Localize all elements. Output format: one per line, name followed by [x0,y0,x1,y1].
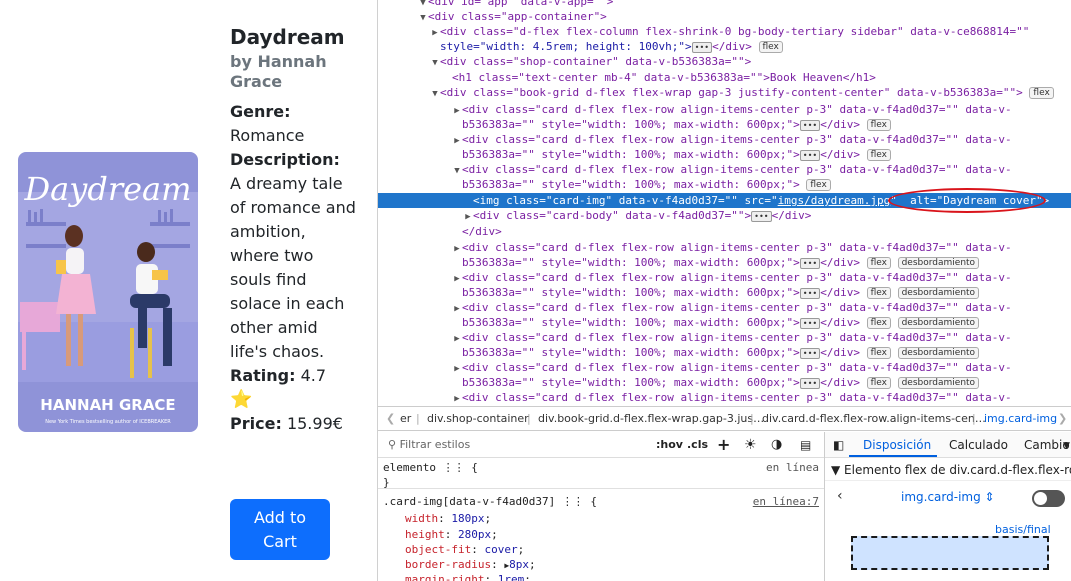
breadcrumb-item[interactable]: div.card.d-flex.flex-row.align-items-cen… [762,407,986,430]
cover-title: Daydream [24,170,192,208]
breadcrumb-item[interactable]: er [400,407,411,430]
add-rule-button[interactable]: + [717,432,730,458]
sidebar-toggle-icon[interactable]: ◧ [833,438,844,452]
tree-line-card[interactable]: ▼ <div class="card d-flex flex-row align-… [378,162,1071,177]
tree-line-cont[interactable]: b536383a="" style="width: 100%; max-widt… [378,177,1071,192]
selected-img-node[interactable]: <img class="card-img" data-v-f4ad0d37=""… [378,193,1071,208]
css-declaration[interactable]: border-radius: ▶8px; [383,557,823,573]
tree-line-card[interactable]: ▶ <div class="card d-flex flex-row align-… [378,270,1071,285]
book-author: by Hannah Grace [230,52,327,91]
grid-icon: ⋮⋮ [442,461,465,474]
tree-line-card[interactable]: ▶ <div class="card d-flex flex-row align-… [378,360,1071,375]
flex-item-dropdown[interactable]: img.card-img ⇕ [901,490,995,504]
rating-label: Rating: [230,366,296,385]
grid-icon: ⋮⋮ [561,495,584,508]
tree-line-cont[interactable]: b536383a="" style="width: 100%; max-widt… [378,315,1071,330]
rating-value: 4.7 [300,366,327,385]
breadcrumb: ❮ er | div.shop-container | div.book-gri… [378,406,1071,431]
tree-line[interactable]: </div> [378,224,1071,239]
breadcrumb-separator-icon: | [416,412,420,425]
book-title: Daydream [230,25,345,49]
tree-line[interactable]: ▶ <div class="d-flex flex-column flex-shr… [378,24,1071,39]
genre-value: Romance [230,126,305,145]
breadcrumb-back-icon[interactable]: ❮ [386,407,395,430]
card-img-rule[interactable]: .card-img[data-v-f4ad0d37] ⋮⋮ {en línea:… [383,494,823,510]
breadcrumb-item-active[interactable]: img.card-img [984,407,1057,430]
add-to-cart-button[interactable]: Add to Cart [230,499,330,560]
dark-theme-icon[interactable]: ◑ [771,432,782,458]
price-value: 15.99€ [286,414,343,433]
tree-line-cont[interactable]: b536383a="" style="width: 100%; max-widt… [378,285,1071,300]
tree-line-card[interactable]: ▶ <div class="card d-flex flex-row align-… [378,240,1071,255]
cover-author: HANNAH GRACE [40,396,175,414]
tree-line-card[interactable]: ▶ <div class="card d-flex flex-row align-… [378,390,1071,405]
light-theme-icon[interactable]: ☀ [744,432,757,458]
tree-line[interactable]: <h1 class="text-center mb-4" data-v-b536… [378,70,1071,85]
print-media-icon[interactable]: ▤ [800,432,811,458]
tab-layout[interactable]: Disposición [863,438,931,452]
flex-element-header[interactable]: ▼ Elemento flex de div.card.d-flex.flex-… [825,459,1071,481]
price-label: Price: [230,414,282,433]
tree-line-cont[interactable]: b536383a="" style="width: 100%; max-widt… [378,375,1071,390]
star-icon: ⭐ [230,389,253,410]
rule-source-link[interactable]: en línea:7 [753,494,819,510]
rule-source[interactable]: en línea [766,460,819,476]
devtools-panel: ▼ <div id="app" data-v-app=""> ▼ <div clas… [377,0,1071,581]
tree-line[interactable]: ▼ <div id="app" data-v-app=""> [378,0,1071,9]
css-declaration[interactable]: object-fit: cover; [383,542,823,558]
tree-line-cont[interactable]: style="width: 4.5rem; height: 100vh;"> ••… [378,39,1071,54]
flex-badge[interactable]: flex [758,41,783,53]
genre-label: Genre: [230,102,291,121]
layout-panel: ◧ Disposición Calculado Cambio ▼ ▼ Eleme… [824,432,1071,581]
css-rules-panel[interactable]: elemento ⋮⋮ {en línea } .card-img[data-v… [378,458,824,581]
class-toggle-button[interactable]: .cls [687,432,708,458]
card-body: Daydream by Hannah Grace Genre: Romance … [230,24,358,436]
tree-line-card[interactable]: ▶ <div class="card d-flex flex-row align-… [378,330,1071,345]
filter-styles-input[interactable]: ⚲ Filtrar estilos [388,432,470,458]
dom-tree[interactable]: ▼ <div id="app" data-v-app=""> ▼ <div clas… [378,0,1071,406]
tree-line[interactable]: ▼ <div class="app-container"> [378,9,1071,24]
chevron-down-icon: ▼ [831,463,845,477]
rules-toolbar: ⚲ Filtrar estilos :hov .cls + ☀ ◑ ▤ [378,432,824,458]
breadcrumb-separator-icon: | [527,412,531,425]
tree-line[interactable]: ▶ <div class="card-body" data-v-f4ad0d37=… [378,208,1071,223]
src-link[interactable]: imgs/daydream.jpg [778,194,891,207]
breadcrumb-separator-icon: | [972,412,976,425]
breadcrumb-forward-icon[interactable]: ❯ [1058,407,1067,430]
breadcrumb-item[interactable]: div.book-grid.d-flex.flex-wrap.gap-3.jus… [538,407,764,430]
css-declaration[interactable]: height: 280px; [383,527,823,543]
element-rule[interactable]: elemento ⋮⋮ {en línea [383,460,823,476]
cover-tagline: New York Times bestselling author of ICE… [45,419,171,425]
book-card: Daydream HANNAH GRACE New York Times bes… [0,0,363,581]
flex-basis-box [851,536,1049,570]
css-declaration[interactable]: margin-right: 1rem; [383,572,823,581]
tree-line-card[interactable]: ▶ <div class="card d-flex flex-row align-… [378,132,1071,147]
funnel-icon: ⚲ [388,438,400,451]
tree-line-cont[interactable]: b536383a="" style="width: 100%; max-widt… [378,255,1071,270]
basis-final-label: basis/final [995,523,1051,536]
book-cover-image: Daydream HANNAH GRACE New York Times bes… [18,152,198,432]
description-text: A dreamy tale of romance and ambition, w… [230,174,356,361]
tree-line[interactable]: ▼ <div class="book-grid d-flex flex-wrap … [378,85,1071,100]
flex-overlay-toggle[interactable] [1032,490,1065,507]
tree-line-card[interactable]: ▶ <div class="card d-flex flex-row align-… [378,102,1071,117]
css-declaration[interactable]: width: 180px; [383,511,823,527]
tree-line-cont[interactable]: b536383a="" style="width: 100%; max-widt… [378,345,1071,360]
tab-computed[interactable]: Calculado [949,438,1008,452]
layout-tabs: ◧ Disposición Calculado Cambio ▼ [825,432,1071,458]
tree-line-cont[interactable]: b536383a="" style="width: 100%; max-widt… [378,147,1071,162]
breadcrumb-item[interactable]: div.shop-container [427,407,529,430]
description-label: Description: [230,150,340,169]
chevron-down-icon[interactable]: ▼ [1063,441,1070,451]
tree-line-cont[interactable]: b536383a="" style="width: 100%; max-widt… [378,117,1071,132]
back-arrow-icon[interactable]: ‹ [837,488,843,504]
breadcrumb-separator-icon: | [750,412,754,425]
tree-line-card[interactable]: ▶ <div class="card d-flex flex-row align-… [378,300,1071,315]
hover-state-button[interactable]: :hov [656,432,683,458]
flex-item-selector: ‹ img.card-img ⇕ [825,482,1071,512]
tree-line[interactable]: ▼ <div class="shop-container" data-v-b536… [378,54,1071,69]
